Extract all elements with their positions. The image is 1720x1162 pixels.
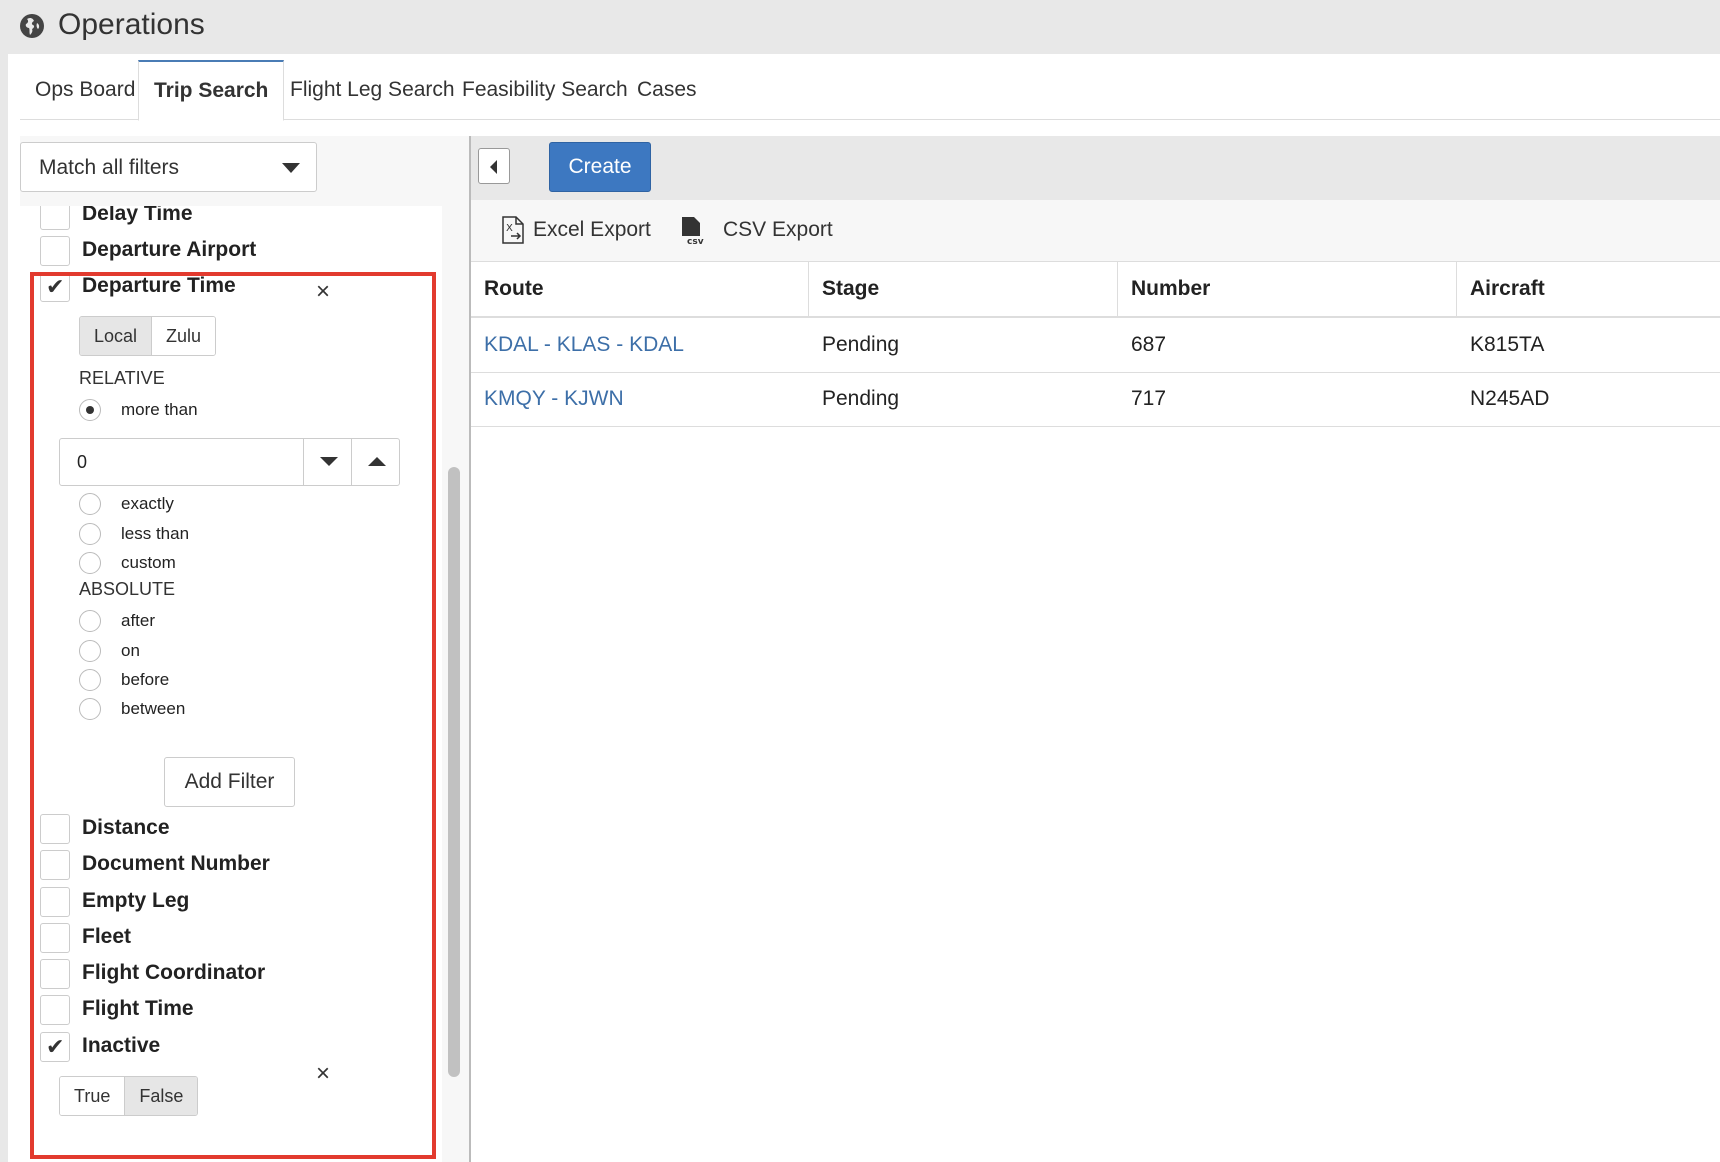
csv-export-button[interactable]: csv CSV Export — [681, 216, 833, 246]
table-header: Route Stage Number Aircraft — [471, 262, 1720, 318]
filter-scrollbar[interactable] — [448, 467, 460, 1077]
stage-cell: Pending — [822, 333, 900, 356]
globe-icon — [20, 14, 44, 38]
match-mode-select[interactable]: Match all filters — [20, 142, 317, 192]
caret-left-icon — [490, 160, 497, 174]
route-link[interactable]: KDAL - KLAS - KDAL — [471, 320, 684, 372]
filter-checkbox[interactable] — [40, 206, 70, 230]
chevron-down-icon — [282, 163, 300, 173]
table-row[interactable]: KDAL - KLAS - KDAL Pending 687 K815TA — [471, 320, 1720, 373]
export-bar: X Excel Export csv CSV Export — [471, 200, 1720, 262]
tab-flight-leg-search[interactable]: Flight Leg Search — [275, 60, 470, 120]
route-link-text[interactable]: KMQY - KJWN — [484, 387, 624, 410]
column-header-route[interactable]: Route — [471, 262, 809, 316]
app-header: Operations — [0, 0, 1720, 54]
create-button[interactable]: Create — [549, 142, 651, 192]
filter-item-delay-time[interactable]: Delay Time — [40, 206, 440, 234]
column-header-number[interactable]: Number — [1118, 262, 1457, 316]
route-link-text[interactable]: KDAL - KLAS - KDAL — [484, 333, 684, 356]
excel-file-icon: X — [502, 216, 524, 244]
excel-export-button[interactable]: X Excel Export — [501, 216, 661, 246]
collapse-panel-button[interactable] — [478, 148, 510, 184]
filter-checkbox[interactable] — [40, 236, 70, 266]
csv-file-icon: csv — [682, 217, 704, 246]
column-header-stage[interactable]: Stage — [809, 262, 1118, 316]
aircraft-cell: K815TA — [1470, 333, 1545, 356]
svg-text:X: X — [506, 223, 513, 234]
page-title: Operations — [58, 8, 205, 41]
number-cell: 687 — [1131, 333, 1167, 356]
filter-label: Delay Time — [82, 206, 193, 225]
tab-trip-search[interactable]: Trip Search — [138, 60, 285, 121]
column-header-aircraft[interactable]: Aircraft — [1457, 262, 1720, 316]
filter-label: Departure Airport — [82, 238, 257, 261]
aircraft-cell: N245AD — [1470, 387, 1550, 410]
left-gutter — [0, 54, 8, 1162]
tab-bar: Ops Board Trip Search Flight Leg Search … — [20, 60, 1720, 121]
results-toolbar: Create — [471, 136, 1720, 200]
match-mode-value: Match all filters — [39, 156, 180, 179]
excel-export-label: Excel Export — [533, 218, 651, 241]
tab-feasibility-search[interactable]: Feasibility Search — [447, 60, 643, 120]
tab-ops-board[interactable]: Ops Board — [20, 60, 150, 120]
route-link[interactable]: KMQY - KJWN — [471, 374, 624, 426]
number-cell: 717 — [1131, 387, 1167, 410]
svg-text:csv: csv — [687, 237, 704, 246]
filter-item-departure-airport[interactable]: Departure Airport — [40, 236, 440, 270]
tab-cases[interactable]: Cases — [622, 60, 712, 120]
stage-cell: Pending — [822, 387, 900, 410]
highlight-box — [30, 272, 436, 1159]
csv-export-label: CSV Export — [723, 218, 833, 241]
table-row[interactable]: KMQY - KJWN Pending 717 N245AD — [471, 374, 1720, 427]
